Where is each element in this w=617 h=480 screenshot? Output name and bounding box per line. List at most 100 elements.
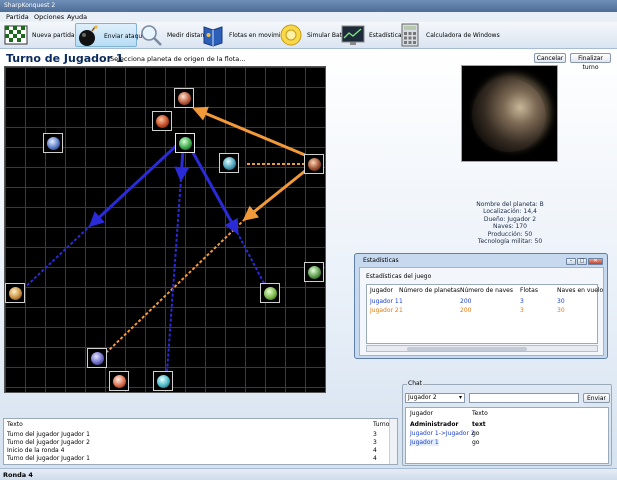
chat-panel: Chat Jugador 2 ▾ Enviar Jugador Texto Ad… <box>402 380 612 466</box>
scrollbar-thumb[interactable] <box>407 347 527 351</box>
stat-cell: 200 <box>460 307 472 314</box>
monitor-chart-icon <box>341 25 365 45</box>
menu-opciones[interactable]: Opciones <box>34 13 64 21</box>
statistics-window-title: Estadísticas <box>363 257 399 264</box>
finish-turn-button[interactable]: Finalizar turno <box>570 53 611 71</box>
chat-player: Jugador 1->Jugador 2 <box>410 430 475 437</box>
chat-message-input[interactable] <box>469 393 579 403</box>
simulate-battle-button[interactable]: Simular Batalla <box>279 23 353 47</box>
minimize-button[interactable]: – <box>566 258 576 265</box>
planet-orb <box>113 375 126 388</box>
column-header[interactable]: Número de naves <box>460 287 513 294</box>
planet-production: Producción: 50 <box>487 230 533 238</box>
fleet-line-blue <box>236 231 268 290</box>
planet-selected[interactable] <box>175 133 195 153</box>
planet[interactable] <box>260 283 280 303</box>
planet-ships: Naves: 170 <box>493 223 527 231</box>
log-turn: 4 <box>373 447 377 454</box>
chat-messages: Jugador Texto Administrador text Jugador… <box>405 407 609 464</box>
close-button[interactable]: ✕ <box>588 258 603 265</box>
chat-legend: Chat <box>407 380 424 387</box>
statistics-table: Jugador Número de planetas Número de nav… <box>366 284 603 344</box>
log-turn: 3 <box>373 431 377 438</box>
planet-orb <box>91 352 104 365</box>
stat-cell: 30 <box>557 298 565 305</box>
status-bar: Ronda 4 <box>0 468 617 480</box>
chat-text: text <box>472 421 486 428</box>
window-title: SharpKonquest 2 <box>4 2 56 9</box>
planet[interactable] <box>153 371 173 391</box>
planet-location: Localización: 14,4 <box>483 208 537 216</box>
planet-orb <box>157 375 170 388</box>
round-status: Ronda 4 <box>3 471 33 479</box>
fleet-line-blue <box>18 224 92 294</box>
chat-recipient-select[interactable]: Jugador 2 ▾ <box>405 393 465 403</box>
planet[interactable] <box>87 348 107 368</box>
column-header[interactable]: Flotas <box>520 287 538 294</box>
planet[interactable] <box>174 88 194 108</box>
statistics-window[interactable]: Estadísticas – □ ✕ Estadísticas del juego … <box>354 253 608 359</box>
planet-name: Nombre del planeta: B <box>476 201 544 208</box>
log-turn: 4 <box>373 455 377 462</box>
planet[interactable] <box>43 133 63 153</box>
stat-cell: 30 <box>557 307 565 314</box>
fleets-in-motion-button[interactable]: Flotas en movimiento <box>201 23 294 47</box>
window-titlebar: SharpKonquest 2 <box>0 0 617 12</box>
log-text: Inicio de la ronda 4 <box>7 447 65 454</box>
column-header[interactable]: Naves en vuelo <box>557 287 603 294</box>
planet-orb <box>264 287 277 300</box>
turn-title: Turno de Jugador 1 <box>6 52 124 65</box>
cancel-button[interactable]: Cancelar <box>534 53 566 63</box>
sun-gear-icon <box>280 24 302 46</box>
windows-calculator-button[interactable]: Calculadora de Windows <box>398 23 500 47</box>
log-column-turn[interactable]: Turno <box>373 421 389 428</box>
log-text: Turno del jugador Jugador 2 <box>7 439 90 446</box>
log-scrollbar[interactable] <box>389 419 397 464</box>
stat-cell: 200 <box>460 298 472 305</box>
maximize-button[interactable]: □ <box>577 258 587 265</box>
fleet-line-orange <box>192 106 306 157</box>
chat-column-player[interactable]: Jugador <box>410 410 433 417</box>
planet-preview-orb <box>472 78 546 152</box>
measure-distance-button[interactable]: Medir distancia <box>139 23 213 47</box>
column-header[interactable]: Número de planetas <box>399 287 460 294</box>
stat-cell: 1 <box>399 298 403 305</box>
planet[interactable] <box>304 154 324 174</box>
chat-player: Jugador 1 <box>410 439 439 446</box>
magnifier-icon <box>141 25 162 46</box>
planet[interactable] <box>5 283 25 303</box>
menu-ayuda[interactable]: Ayuda <box>67 13 87 21</box>
planet[interactable] <box>109 371 129 391</box>
planet-owner: Dueño: Jugador 2 <box>483 215 537 223</box>
stat-cell: 3 <box>520 307 524 314</box>
game-board[interactable] <box>4 66 326 393</box>
chevron-down-icon: ▾ <box>458 394 462 401</box>
fleet-line-blue <box>174 148 190 182</box>
chat-column-text[interactable]: Texto <box>472 410 488 417</box>
log-text: Turno del jugador Jugador 1 <box>7 455 90 462</box>
event-log: Texto Turno Turno del jugador Jugador 1 … <box>3 418 398 465</box>
planet[interactable] <box>219 153 239 173</box>
stat-cell: Jugador 2 <box>370 307 399 314</box>
new-game-button[interactable]: Nueva partida <box>4 23 75 47</box>
planet-orb <box>9 287 22 300</box>
planet[interactable] <box>304 262 324 282</box>
stat-cell: 3 <box>520 298 524 305</box>
log-column-text[interactable]: Texto <box>7 421 23 428</box>
book-icon <box>203 26 223 47</box>
column-header[interactable]: Jugador <box>370 287 393 294</box>
menu-partida[interactable]: Partida <box>6 13 29 21</box>
send-button[interactable]: Enviar <box>583 393 610 403</box>
horizontal-scrollbar[interactable] <box>366 345 598 352</box>
planet-orb <box>156 115 169 128</box>
planet-orb <box>47 137 60 150</box>
planet-orb <box>308 158 321 171</box>
fleet-line-blue <box>88 143 179 228</box>
fleet-line-orange <box>242 169 306 221</box>
planet[interactable] <box>152 111 172 131</box>
statistics-button[interactable]: Estadísticas <box>341 23 405 47</box>
send-attack-button[interactable]: Enviar ataque <box>75 23 146 47</box>
log-text: Turno del jugador Jugador 1 <box>7 431 90 438</box>
planet-orb <box>179 137 192 150</box>
planet-orb <box>308 266 321 279</box>
